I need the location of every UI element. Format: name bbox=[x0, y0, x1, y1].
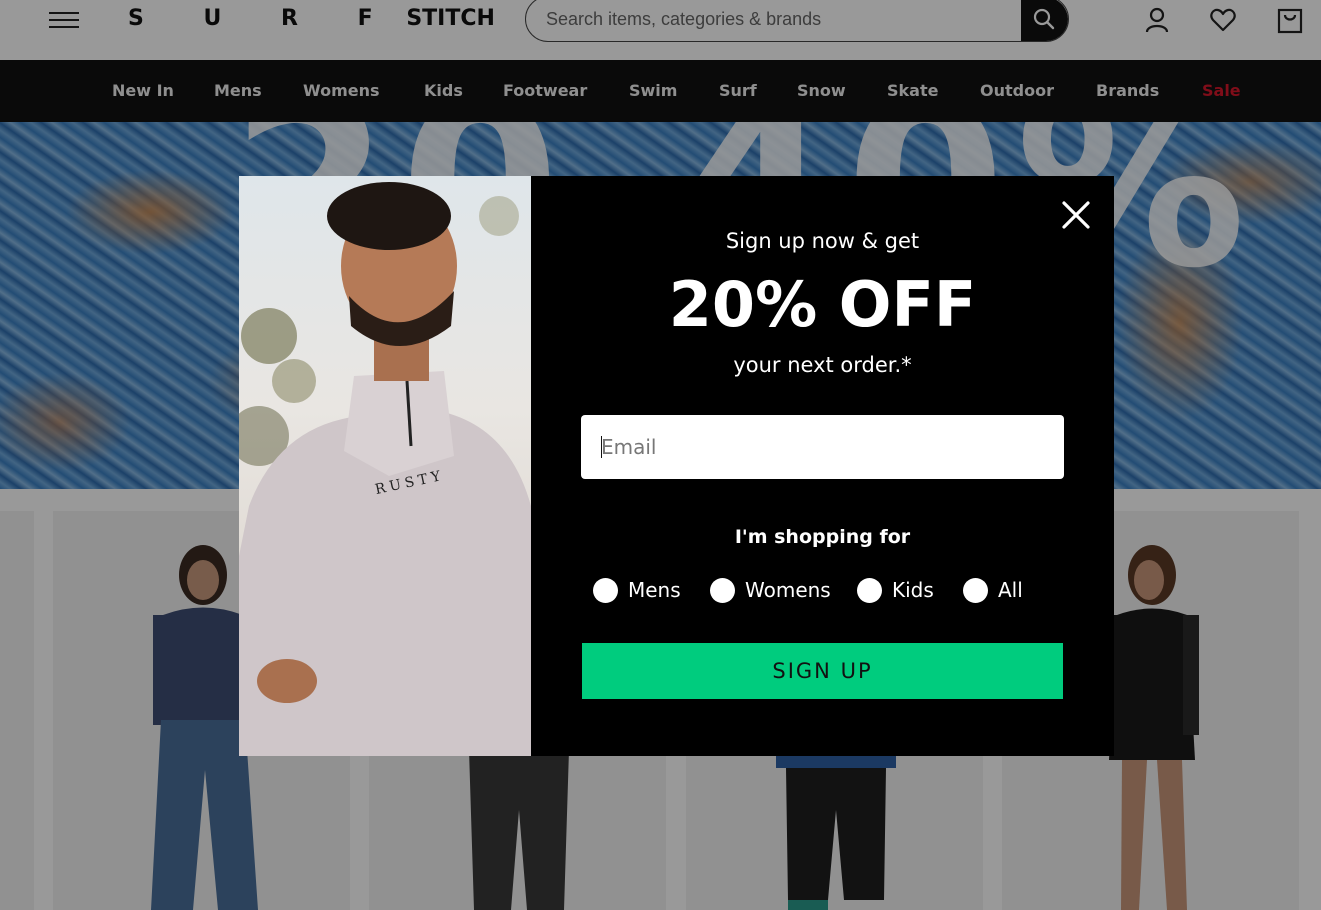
radio-label: Kids bbox=[892, 578, 934, 602]
radio-option-kids[interactable]: Kids bbox=[857, 576, 934, 604]
promo-subtext: your next order.* bbox=[733, 353, 912, 377]
close-icon[interactable] bbox=[1058, 197, 1094, 233]
shopping-for-label: I'm shopping for bbox=[734, 526, 911, 548]
radio-option-womens[interactable]: Womens bbox=[710, 576, 831, 604]
radio-option-all[interactable]: All bbox=[963, 576, 1023, 604]
radio-option-mens[interactable]: Mens bbox=[593, 576, 681, 604]
radio-button[interactable] bbox=[857, 577, 882, 603]
email-field[interactable] bbox=[581, 415, 1064, 479]
model-image: RUSTY bbox=[239, 182, 531, 756]
text-caret bbox=[601, 436, 602, 458]
radio-label: Mens bbox=[628, 578, 681, 602]
radio-button[interactable] bbox=[593, 577, 618, 603]
promo-photo: RUSTY bbox=[239, 176, 531, 756]
radio-label: All bbox=[998, 578, 1023, 602]
sign-up-button[interactable]: SIGN UP bbox=[582, 643, 1063, 699]
radio-button[interactable] bbox=[710, 577, 735, 603]
radio-label: Womens bbox=[745, 578, 831, 602]
radio-button[interactable] bbox=[963, 577, 988, 603]
promo-intro-text: Sign up now & get bbox=[725, 229, 920, 253]
signup-modal: RUSTY Sign up now & get 20% OFF your nex… bbox=[239, 176, 1114, 756]
promo-offer-headline: 20% OFF bbox=[668, 268, 977, 341]
